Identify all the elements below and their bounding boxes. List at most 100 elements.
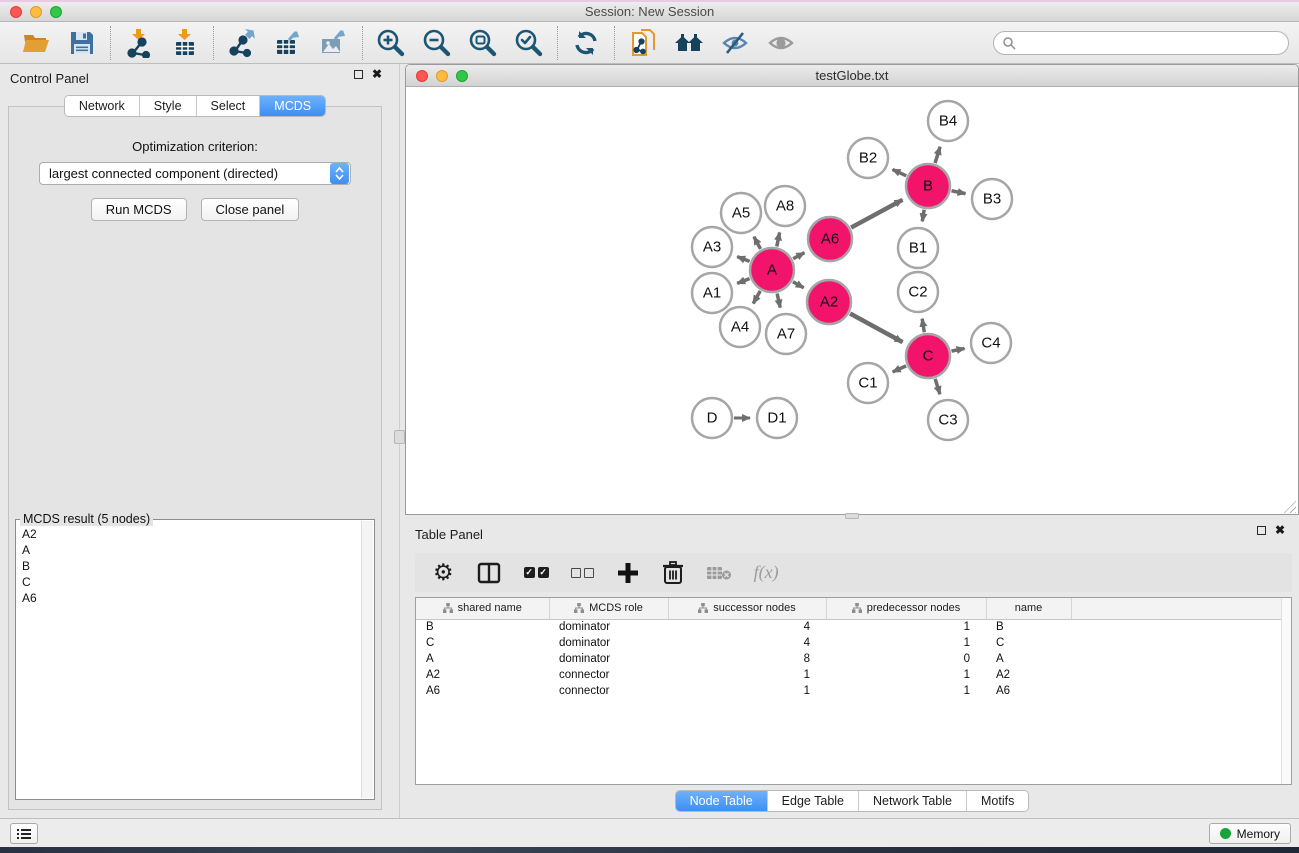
search-text-field[interactable] — [1016, 36, 1280, 50]
deselect-all-icon[interactable] — [571, 568, 594, 578]
table-row[interactable]: Bdominator41B — [416, 619, 1282, 635]
graph-node-B3[interactable]: B3 — [972, 179, 1012, 219]
hide-graphics-icon[interactable] — [719, 27, 751, 59]
function-builder-icon[interactable]: f(x) — [754, 562, 779, 583]
graph-edge-B-B3[interactable] — [952, 191, 966, 194]
criterion-select[interactable]: largest connected component (directed) — [39, 162, 351, 185]
graph-edge-A-A2[interactable] — [793, 282, 804, 288]
tab-network-table[interactable]: Network Table — [859, 791, 967, 811]
zoom-fit-icon[interactable] — [467, 27, 499, 59]
delete-icon[interactable] — [662, 561, 684, 585]
cell-shared-name[interactable]: A6 — [416, 683, 549, 699]
vertical-split-handle[interactable] — [394, 430, 405, 444]
mcds-result-item[interactable]: A6 — [22, 590, 374, 606]
graph-node-A5[interactable]: A5 — [721, 193, 761, 233]
cell-successor-nodes[interactable]: 1 — [668, 667, 826, 683]
cell-successor-nodes[interactable]: 1 — [668, 683, 826, 699]
graph-edge-A2-C[interactable] — [850, 313, 902, 342]
cell-MCDS-role[interactable]: dominator — [549, 651, 668, 667]
graph-node-D1[interactable]: D1 — [757, 398, 797, 438]
graph-edge-A-A3[interactable] — [737, 257, 749, 262]
tab-style[interactable]: Style — [140, 96, 197, 116]
mcds-result-item[interactable]: B — [22, 558, 374, 574]
cell-shared-name[interactable]: A2 — [416, 667, 549, 683]
graph-node-D[interactable]: D — [692, 398, 732, 438]
float-panel-icon[interactable] — [354, 70, 363, 79]
graph-node-A[interactable]: A — [750, 248, 794, 292]
table-row[interactable]: A6connector11A6 — [416, 683, 1282, 699]
graph-node-C[interactable]: C — [906, 334, 950, 378]
select-all-icon[interactable]: ✓✓ — [524, 567, 549, 578]
column-header-predecessor-nodes[interactable]: predecessor nodes — [826, 598, 986, 619]
graph-node-B1[interactable]: B1 — [898, 228, 938, 268]
mcds-scrollbar[interactable] — [361, 521, 373, 798]
graph-node-B[interactable]: B — [906, 164, 950, 208]
zoom-in-icon[interactable] — [375, 27, 407, 59]
split-panel-icon[interactable] — [476, 560, 502, 586]
search-input[interactable] — [993, 31, 1289, 55]
close-panel-button[interactable]: Close panel — [201, 198, 300, 221]
export-image-icon[interactable] — [318, 27, 350, 59]
graph-edge-A-A7[interactable] — [777, 293, 780, 307]
column-header-MCDS-role[interactable]: MCDS role — [549, 598, 668, 619]
graph-node-C1[interactable]: C1 — [848, 363, 888, 403]
graph-edge-A-A1[interactable] — [737, 279, 749, 284]
close-panel-icon[interactable]: ✖ — [372, 70, 382, 79]
table-row[interactable]: Adominator80A — [416, 651, 1282, 667]
delete-table-icon[interactable] — [706, 564, 732, 582]
import-table-icon[interactable] — [169, 27, 201, 59]
graph-node-C3[interactable]: C3 — [928, 400, 968, 440]
cell-MCDS-role[interactable]: dominator — [549, 619, 668, 635]
add-column-icon[interactable] — [616, 561, 640, 585]
graph-node-A8[interactable]: A8 — [765, 186, 805, 226]
graph-edge-C-C4[interactable] — [952, 348, 965, 351]
cell-name[interactable]: A6 — [986, 683, 1071, 699]
cell-successor-nodes[interactable]: 4 — [668, 619, 826, 635]
tab-network[interactable]: Network — [65, 96, 140, 116]
graph-edge-C-C1[interactable] — [893, 366, 906, 372]
cell-predecessor-nodes[interactable]: 1 — [826, 667, 986, 683]
cell-predecessor-nodes[interactable]: 1 — [826, 635, 986, 651]
open-session-icon[interactable] — [20, 27, 52, 59]
table-row[interactable]: Cdominator41C — [416, 635, 1282, 651]
cell-name[interactable]: B — [986, 619, 1071, 635]
graph-edge-C-C3[interactable] — [935, 379, 940, 394]
graph-node-A1[interactable]: A1 — [692, 273, 732, 313]
task-history-button[interactable] — [10, 823, 38, 844]
refresh-icon[interactable] — [570, 27, 602, 59]
cell-MCDS-role[interactable]: connector — [549, 683, 668, 699]
network-graph[interactable]: AA1A2A3A4A5A6A7A8BB1B2B3B4CC1C2C3C4DD1 — [406, 87, 1298, 515]
cell-name[interactable]: A2 — [986, 667, 1071, 683]
graph-edge-B-B2[interactable] — [892, 169, 906, 175]
table-scrollbar[interactable] — [1281, 598, 1291, 784]
home-icon[interactable] — [673, 27, 705, 59]
memory-button[interactable]: Memory — [1209, 823, 1291, 844]
cell-predecessor-nodes[interactable]: 1 — [826, 683, 986, 699]
tab-edge-table[interactable]: Edge Table — [768, 791, 859, 811]
cell-name[interactable]: A — [986, 651, 1071, 667]
cell-shared-name[interactable]: B — [416, 619, 549, 635]
horizontal-split-handle[interactable] — [845, 513, 859, 519]
graph-edge-B-B4[interactable] — [935, 147, 940, 163]
run-mcds-button[interactable]: Run MCDS — [91, 198, 187, 221]
cell-shared-name[interactable]: A — [416, 651, 549, 667]
tab-motifs[interactable]: Motifs — [967, 791, 1028, 811]
tab-select[interactable]: Select — [197, 96, 261, 116]
cell-MCDS-role[interactable]: connector — [549, 667, 668, 683]
zoom-out-icon[interactable] — [421, 27, 453, 59]
tab-node-table[interactable]: Node Table — [676, 791, 768, 811]
graph-node-A2[interactable]: A2 — [807, 280, 851, 324]
mcds-result-item[interactable]: A2 — [22, 526, 374, 542]
column-header-name[interactable]: name — [986, 598, 1071, 619]
settings-gear-icon[interactable]: ⚙ — [433, 561, 454, 584]
graph-node-C4[interactable]: C4 — [971, 323, 1011, 363]
cell-predecessor-nodes[interactable]: 0 — [826, 651, 986, 667]
mcds-result-item[interactable]: C — [22, 574, 374, 590]
graph-node-B4[interactable]: B4 — [928, 101, 968, 141]
tab-mcds[interactable]: MCDS — [260, 96, 325, 116]
graph-edge-A-A8[interactable] — [777, 232, 780, 246]
column-header-shared-name[interactable]: shared name — [416, 598, 549, 619]
graph-node-A6[interactable]: A6 — [808, 217, 852, 261]
cell-successor-nodes[interactable]: 8 — [668, 651, 826, 667]
graph-node-B2[interactable]: B2 — [848, 138, 888, 178]
